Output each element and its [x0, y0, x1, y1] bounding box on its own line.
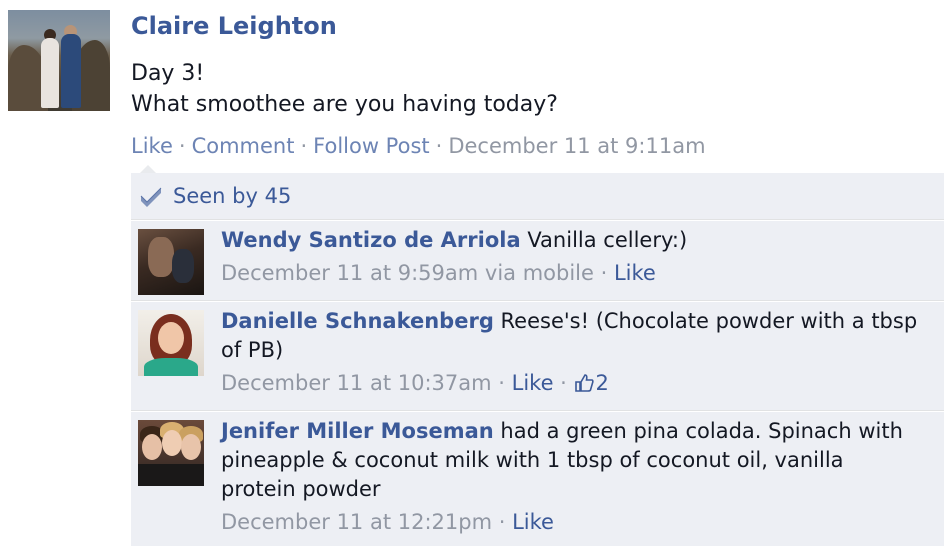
commenter-avatar[interactable] — [138, 229, 204, 295]
checkmark-icon — [140, 187, 162, 207]
separator: · — [435, 134, 443, 158]
comment-item: Jenifer Miller Moseman had a green pina … — [131, 411, 944, 546]
comment-like-link[interactable]: Like — [512, 510, 554, 534]
comment-item: Danielle Schnakenberg Reese's! (Chocolat… — [131, 301, 944, 411]
post-timestamp[interactable]: December 11 at 9:11am — [448, 134, 705, 158]
comment-item: Wendy Santizo de Arriola Vanilla cellery… — [131, 220, 944, 301]
author-avatar[interactable] — [8, 10, 110, 111]
comment-likes-count[interactable]: 2 — [574, 371, 609, 395]
comment-timestamp[interactable]: December 11 at 12:21pm — [221, 510, 492, 534]
commenter-avatar[interactable] — [138, 420, 204, 486]
comment-text: Vanilla cellery:) — [520, 228, 688, 252]
post-actions: Like · Comment · Follow Post · December 11 at … — [131, 132, 706, 160]
post-line-2: What smoothee are you having today? — [131, 92, 558, 117]
seen-by-row[interactable]: Seen by 45 — [131, 173, 944, 220]
like-link[interactable]: Like — [131, 134, 173, 158]
ufi-caret — [140, 165, 156, 173]
commenter-name[interactable]: Danielle Schnakenberg — [221, 309, 494, 333]
commenter-avatar[interactable] — [138, 310, 204, 376]
comment-like-link[interactable]: Like — [512, 371, 554, 395]
post-line-1: Day 3! — [131, 61, 205, 86]
comment-timestamp[interactable]: December 11 at 10:37am — [221, 371, 492, 395]
commenter-name[interactable]: Wendy Santizo de Arriola — [221, 228, 521, 252]
comment-link[interactable]: Comment — [192, 134, 295, 158]
comment-like-link[interactable]: Like — [614, 261, 656, 285]
thumbs-up-icon — [574, 374, 594, 392]
separator: · — [300, 134, 308, 158]
post-text: Day 3! What smoothee are you having toda… — [131, 58, 558, 120]
comment-timestamp[interactable]: December 11 at 9:59am via mobile — [221, 261, 594, 285]
comment-meta: December 11 at 9:59am via mobile · Like — [221, 261, 656, 285]
follow-post-link[interactable]: Follow Post — [313, 134, 429, 158]
post-author-name[interactable]: Claire Leighton — [131, 10, 337, 42]
comment-meta: December 11 at 12:21pm · Like — [221, 510, 554, 534]
separator: · — [178, 134, 186, 158]
likes-count: 2 — [595, 371, 609, 395]
commenter-name[interactable]: Jenifer Miller Moseman — [221, 419, 494, 443]
seen-by-label: Seen by 45 — [173, 184, 292, 208]
comment-meta: December 11 at 10:37am · Like · 2 — [221, 371, 609, 395]
comments-panel: Seen by 45 Wendy Santizo de Arriola Vani… — [131, 173, 944, 546]
